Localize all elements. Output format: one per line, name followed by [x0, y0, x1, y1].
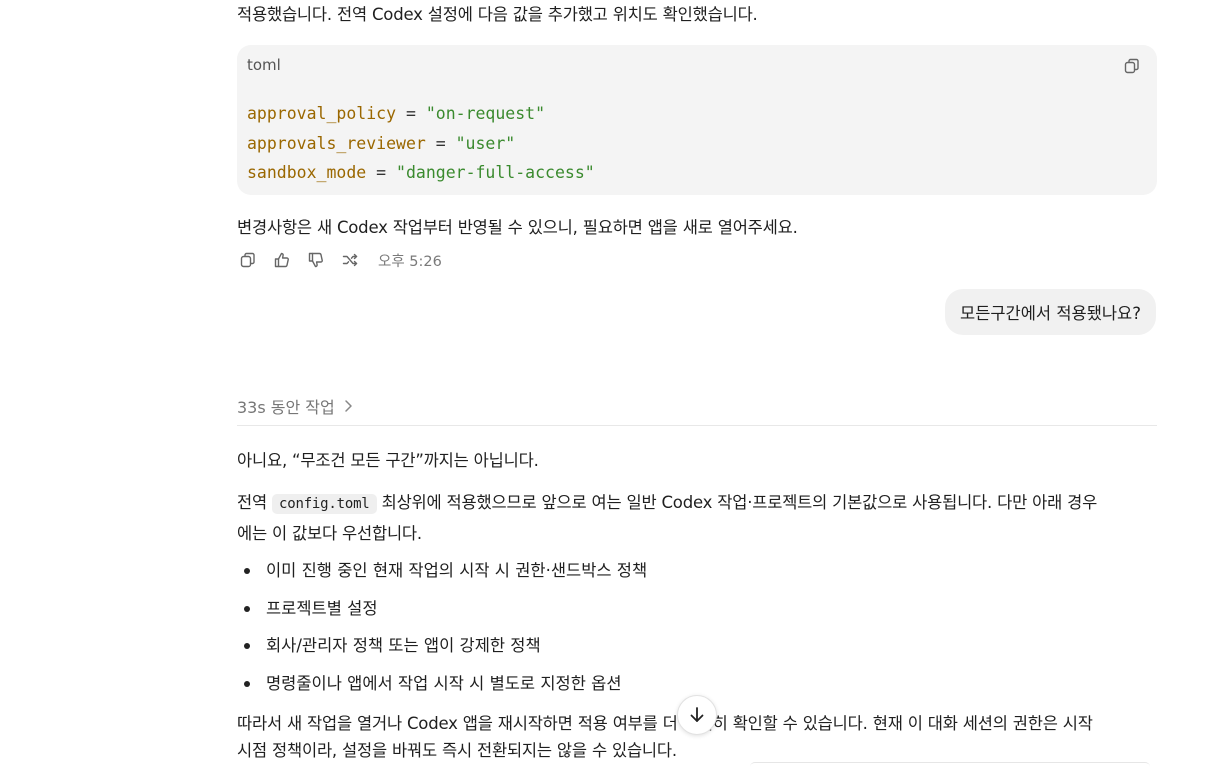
assistant-answer-paragraph: 전역 config.toml 최상위에 적용했으므로 앞으로 여는 일반 Cod… [237, 489, 1157, 547]
share-icon[interactable] [339, 249, 361, 271]
list-item-text: 이미 진행 중인 현재 작업의 시작 시 권한·샌드박스 정책 [266, 561, 648, 580]
code-block: toml approval_policy = "on-request" appr… [237, 45, 1157, 195]
thumbs-up-icon[interactable] [271, 249, 293, 271]
assistant-answer-intro: 아니요, “무조건 모든 구간”까지는 아닙니다. [237, 447, 1157, 474]
chevron-right-icon [345, 400, 352, 412]
message-text: 에는 이 값보다 우선합니다. [237, 524, 422, 543]
list-item: 이미 진행 중인 현재 작업의 시작 시 권한·샌드박스 정책 [244, 557, 648, 595]
code-eq: = [376, 163, 387, 182]
list-item: 프로젝트별 설정 [244, 595, 647, 633]
list-item: 회사/관리자 정책 또는 앱이 강제한 정책 [244, 632, 647, 670]
message-text: 아니요, “무조건 모든 구간”까지는 아닙니다. [237, 451, 539, 470]
message-timestamp: 오후 5:26 [378, 253, 442, 270]
assistant-message-after-code: 변경사항은 새 Codex 작업부터 반영될 수 있으니, 필요하면 앱을 새로… [237, 214, 1157, 241]
code-key: approval_policy [247, 104, 397, 123]
worked-duration-toggle[interactable]: 33s 동안 작업 [237, 394, 353, 418]
code-language-label: toml [247, 56, 281, 74]
code-key: approvals_reviewer [247, 133, 426, 153]
arrow-down-icon [690, 707, 704, 722]
list-item-text: 회사/관리자 정책 또는 앱이 강제한 정책 [266, 636, 541, 656]
code-line: approvals_reviewer = "user" [247, 129, 595, 159]
bullet-list: 이미 진행 중인 현재 작업의 시작 시 권한·샌드박스 정책 프로젝트별 설정… [237, 557, 647, 708]
code-eq: = [435, 133, 446, 153]
list-item: 명령줄이나 앱에서 작업 시작 시 별도로 지정한 옵션 [244, 670, 647, 708]
message-text: 적용했습니다. 전역 Codex 설정에 다음 값을 추가했고 위치도 확인했습… [237, 5, 758, 24]
text-fragment: 전역 [237, 493, 273, 512]
code-value: "user" [455, 133, 516, 153]
user-message-bubble: 모든구간에서 적용됐나요? [945, 289, 1156, 335]
code-lines: approval_policy = "on-request" approvals… [247, 99, 595, 188]
assistant-message-top: 적용했습니다. 전역 Codex 설정에 다음 값을 추가했고 위치도 확인했습… [237, 1, 1157, 28]
code-value: "on-request" [425, 104, 546, 123]
scroll-to-bottom-button[interactable] [677, 695, 717, 735]
code-key: sandbox_mode [247, 163, 367, 182]
composer-edge [750, 762, 1150, 767]
inline-code: config.toml [272, 494, 377, 514]
message-text: 시점 정책이라, 설정을 바꿔도 즉시 전환되지는 않을 수 있습니다. [237, 741, 677, 760]
code-line: approval_policy = "on-request" [247, 99, 595, 129]
user-message-text: 모든구간에서 적용됐나요? [960, 304, 1141, 323]
text-fragment: 최상위에 적용했으므로 앞으로 여는 일반 Codex 작업·프로젝트의 기본값… [376, 493, 1098, 512]
message-text: 전역 config.toml 최상위에 적용했으므로 앞으로 여는 일반 Cod… [237, 489, 1157, 518]
thumbs-down-icon[interactable] [305, 249, 327, 271]
divider [237, 425, 1157, 426]
code-value: "danger-full-access" [396, 163, 595, 182]
message-actions: 오후 5:26 [237, 249, 442, 271]
code-eq: = [405, 104, 416, 123]
code-line: sandbox_mode = "danger-full-access" [247, 158, 595, 188]
message-text: 변경사항은 새 Codex 작업부터 반영될 수 있으니, 필요하면 앱을 새로… [237, 218, 798, 237]
list-item-text: 프로젝트별 설정 [266, 598, 378, 618]
copy-icon[interactable] [1123, 57, 1141, 75]
worked-duration-label: 33s 동안 작업 [237, 398, 335, 417]
copy-icon[interactable] [237, 249, 259, 271]
list-item-text: 명령줄이나 앱에서 작업 시작 시 별도로 지정한 옵션 [266, 674, 622, 694]
